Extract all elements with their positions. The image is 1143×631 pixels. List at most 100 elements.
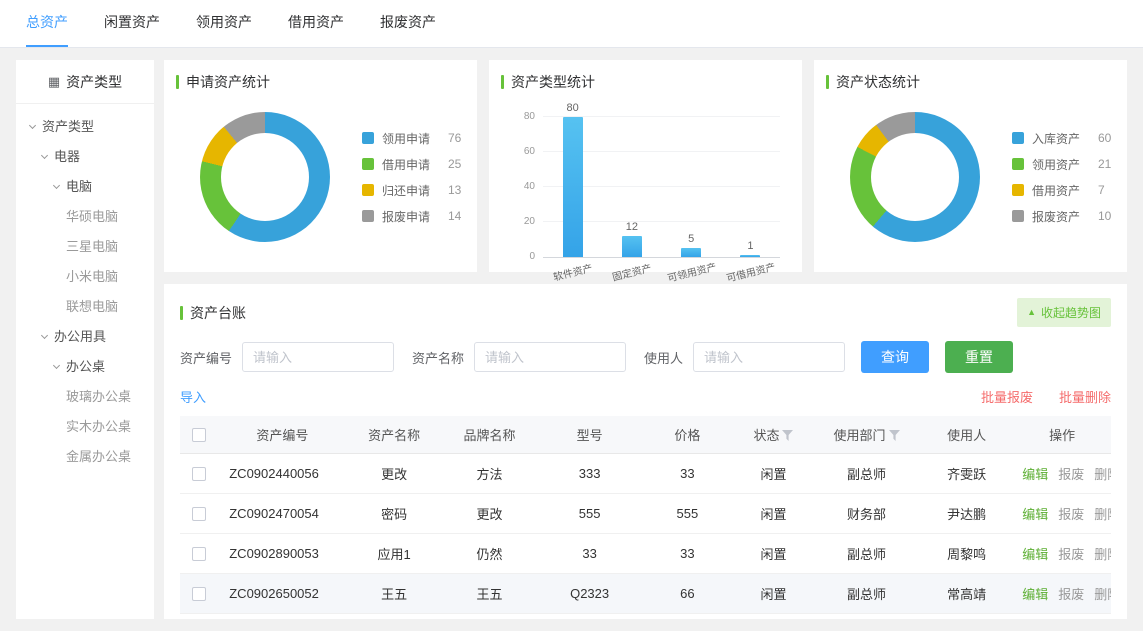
- card-title-text: 资产类型统计: [511, 72, 595, 92]
- charts-row: 申请资产统计 领用申请76借用申请25归还申请13报废申请14 资产类型统计 0…: [164, 60, 1127, 272]
- legend-item[interactable]: 报废申请14: [362, 208, 461, 225]
- card-title-text: 资产状态统计: [836, 72, 920, 92]
- caret-down-icon: [53, 362, 60, 369]
- action-delete[interactable]: 删除: [1094, 467, 1111, 482]
- batch-actions: 批量报废 批量删除: [981, 387, 1111, 406]
- x-axis-category-label: 软件资产: [542, 257, 603, 286]
- legend-label: 借用资产: [1032, 182, 1090, 199]
- row-checkbox[interactable]: [192, 587, 206, 601]
- import-link[interactable]: 导入: [180, 387, 206, 406]
- row-checkbox[interactable]: [192, 547, 206, 561]
- title-accent-bar: [501, 75, 504, 89]
- cell-code: ZC0902650052: [217, 586, 347, 601]
- column-header: 资产名称: [348, 425, 441, 444]
- tab-item[interactable]: 闲置资产: [104, 0, 160, 47]
- filter-input[interactable]: [693, 342, 845, 372]
- column-header-label: 使用人: [947, 428, 986, 443]
- cell-brand: 仍然: [441, 544, 539, 563]
- tree-node[interactable]: 三星电脑: [16, 232, 154, 262]
- action-delete[interactable]: 删除: [1094, 507, 1111, 522]
- batch-scrap-link[interactable]: 批量报废: [981, 387, 1033, 406]
- row-actions: 编辑报废删除: [1013, 544, 1111, 563]
- cell-name: 应用1: [348, 544, 441, 563]
- cell-model: 555: [538, 506, 640, 521]
- legend-item[interactable]: 领用资产21: [1012, 156, 1111, 173]
- row-actions: 编辑报废删除: [1013, 464, 1111, 483]
- action-scrap[interactable]: 报废: [1058, 547, 1084, 562]
- action-delete[interactable]: 删除: [1094, 587, 1111, 602]
- bar-slot: 80: [543, 103, 602, 257]
- legend-item[interactable]: 归还申请13: [362, 182, 461, 199]
- legend-item[interactable]: 领用申请76: [362, 130, 461, 147]
- tree-node[interactable]: 华硕电脑: [16, 202, 154, 232]
- bar-plot-area: 020406080801251: [543, 118, 780, 258]
- tree-node[interactable]: 小米电脑: [16, 262, 154, 292]
- collapse-trend-button[interactable]: ▲ 收起趋势图: [1017, 298, 1111, 327]
- query-button[interactable]: 查询: [861, 341, 929, 373]
- legend-marker: [1012, 210, 1024, 222]
- action-edit[interactable]: 编辑: [1022, 467, 1048, 482]
- tree-node[interactable]: 联想电脑: [16, 292, 154, 322]
- legend-value: 10: [1098, 209, 1111, 223]
- legend-item[interactable]: 入库资产60: [1012, 130, 1111, 147]
- tree-node[interactable]: 金属办公桌: [16, 442, 154, 472]
- caret-down-icon: [41, 152, 48, 159]
- donut-chart-wrap: 领用申请76 借用申请25 归还申请13 报废申请14: [176, 112, 465, 242]
- tree-node[interactable]: 办公用具: [16, 322, 154, 352]
- type-stats-card: 资产类型统计 020406080801251 软件资产固定资产可领用资产可借用资…: [489, 60, 802, 272]
- cell-dept: 副总师: [813, 544, 920, 563]
- filter-input[interactable]: [474, 342, 626, 372]
- y-axis-tick-label: 80: [524, 112, 535, 122]
- select-all-checkbox[interactable]: [192, 428, 206, 442]
- cell-model: 333: [538, 466, 640, 481]
- legend-item[interactable]: 报废资产10: [1012, 208, 1111, 225]
- batch-delete-link[interactable]: 批量删除: [1059, 387, 1111, 406]
- table-row: ZC0902470054密码更改555555闲置财务部尹达鹏编辑报废删除: [180, 494, 1111, 534]
- row-checkbox[interactable]: [192, 467, 206, 481]
- legend-item[interactable]: 借用申请25: [362, 156, 461, 173]
- tree-node[interactable]: 电脑: [16, 172, 154, 202]
- cell-code: ZC0902890053: [217, 546, 347, 561]
- tree-node[interactable]: 玻璃办公桌: [16, 382, 154, 412]
- tab-item[interactable]: 借用资产: [288, 0, 344, 47]
- bar: [740, 255, 760, 257]
- sidebar-header: ▦ 资产类型: [16, 60, 154, 104]
- tab-item[interactable]: 总资产: [26, 0, 68, 47]
- filter-input[interactable]: [242, 342, 394, 372]
- cell-price: 33: [641, 466, 734, 481]
- action-edit[interactable]: 编辑: [1022, 587, 1048, 602]
- tree-node[interactable]: 实木办公桌: [16, 412, 154, 442]
- reset-button[interactable]: 重置: [945, 341, 1013, 373]
- column-header: 操作: [1013, 425, 1111, 444]
- filter-funnel-icon[interactable]: [889, 430, 900, 441]
- legend-label: 借用申请: [382, 156, 440, 173]
- tree-node[interactable]: 资产类型: [16, 112, 154, 142]
- x-axis-category-label: 可领用资产: [661, 257, 722, 286]
- cell-name: 王五: [348, 584, 441, 603]
- action-edit[interactable]: 编辑: [1022, 547, 1048, 562]
- bar: [681, 248, 701, 257]
- tab-item[interactable]: 领用资产: [196, 0, 252, 47]
- tab-item[interactable]: 报废资产: [380, 0, 436, 47]
- bar-slot: 12: [602, 222, 661, 257]
- column-header-label: 型号: [577, 428, 603, 443]
- tree-node-label: 小米电脑: [66, 269, 118, 284]
- action-scrap[interactable]: 报废: [1058, 507, 1084, 522]
- action-scrap[interactable]: 报废: [1058, 587, 1084, 602]
- tree-node[interactable]: 办公桌: [16, 352, 154, 382]
- tree-node[interactable]: 电器: [16, 142, 154, 172]
- status-donut-chart: [850, 112, 980, 242]
- action-scrap[interactable]: 报废: [1058, 467, 1084, 482]
- row-checkbox[interactable]: [192, 507, 206, 521]
- legend-item[interactable]: 借用资产7: [1012, 182, 1111, 199]
- legend-label: 领用申请: [382, 130, 440, 147]
- cell-status: 闲置: [734, 584, 813, 603]
- action-edit[interactable]: 编辑: [1022, 507, 1048, 522]
- asset-ledger-card: 资产台账 ▲ 收起趋势图 资产编号资产名称使用人 查询 重置 导入 批量报废 批…: [164, 284, 1127, 619]
- tree-node-label: 玻璃办公桌: [66, 389, 131, 404]
- x-axis-category-label: 固定资产: [601, 257, 662, 286]
- y-axis-tick-label: 0: [529, 252, 535, 262]
- action-delete[interactable]: 删除: [1094, 547, 1111, 562]
- cell-name: 密码: [348, 504, 441, 523]
- filter-funnel-icon[interactable]: [782, 430, 793, 441]
